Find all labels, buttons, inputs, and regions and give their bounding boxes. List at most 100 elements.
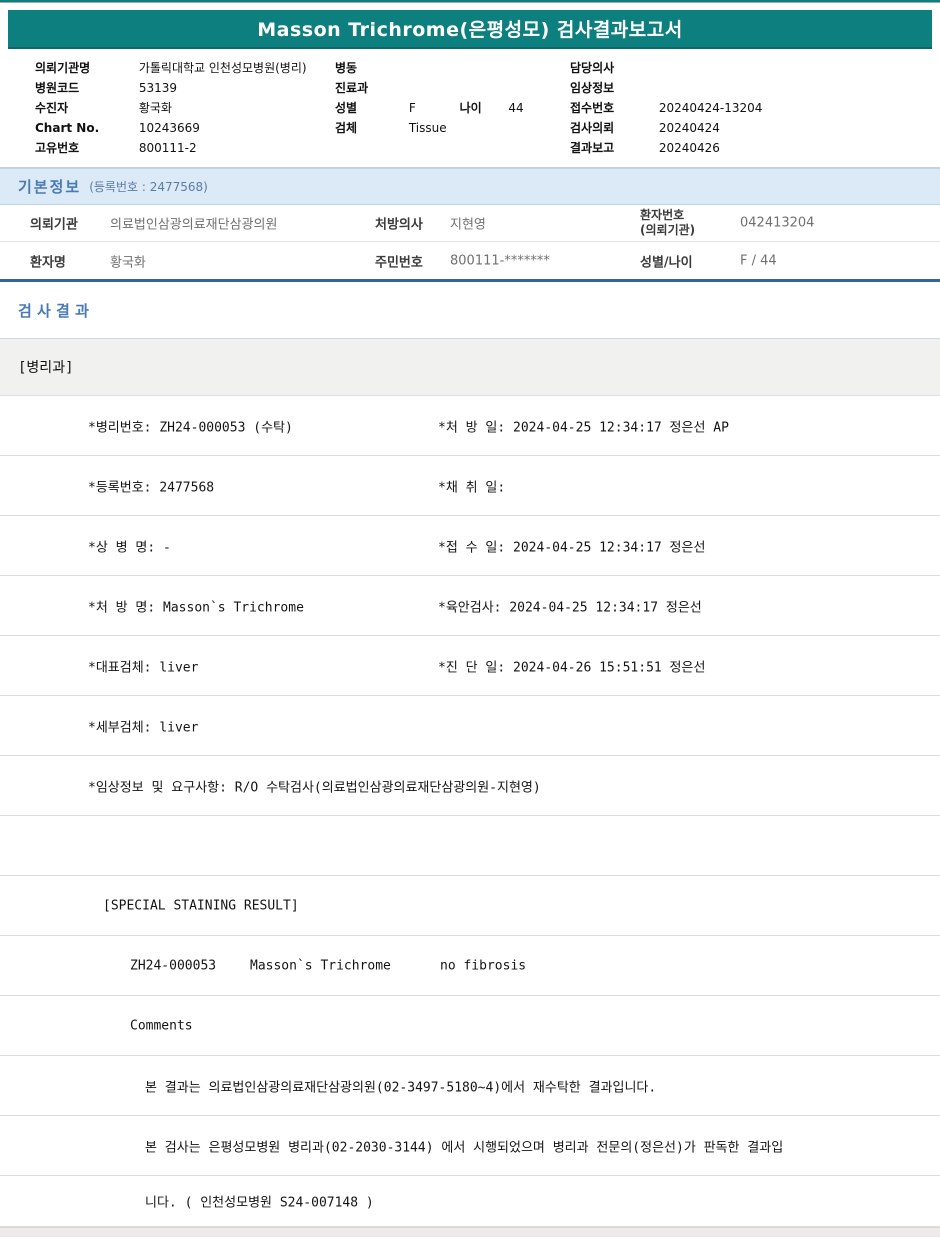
comments-label-row: Comments [0, 996, 940, 1056]
basic-info-section-bar: 기본정보 (등록번호 : 2477568) [0, 168, 940, 205]
field-label: 결과보고 [570, 141, 615, 155]
field-row: 검사의뢰 20240424 [570, 118, 930, 138]
report-title: Masson Trichrome(은평성모) 검사결과보고서 [257, 19, 683, 41]
empty-row [0, 816, 940, 876]
department-band: [병리과] [0, 339, 940, 396]
detail-right: *처 방 일: 2024-04-25 12:34:17 정은선 AP [438, 420, 729, 435]
field-row: 임상정보 [570, 78, 930, 98]
field-row: 결과보고 20240426 [570, 138, 930, 158]
comment-line: 본 결과는 의료법인삼광의료재단삼광의원(02-3497-5180~4)에서 재… [145, 1080, 657, 1095]
cell-label: 환자명 [30, 255, 66, 270]
cell-label: 환자번호 (의뢰기관) [640, 208, 696, 237]
detail-left: *대표검체: liver [88, 660, 199, 675]
result-detail-row: *등록번호: 2477568 *채 취 일: [0, 456, 940, 516]
staining-id: ZH24-000053 [130, 958, 217, 973]
table-row: 의뢰기관 의료법인삼광의료재단삼광의원 처방의사 지현영 환자번호 (의뢰기관)… [0, 205, 940, 242]
cell-value: 042413204 [740, 215, 815, 231]
field-value: 황국화 [138, 101, 172, 115]
result-detail-row: *세부검체: liver [0, 696, 940, 756]
staining-header-row: [SPECIAL STAINING RESULT] [0, 876, 940, 936]
detail-left: *등록번호: 2477568 [88, 480, 215, 495]
sex-value: F [408, 101, 416, 115]
cell-value: F / 44 [740, 253, 777, 268]
detail-right: *접 수 일: 2024-04-25 12:34:17 정은선 [438, 540, 706, 555]
basic-info-title: 기본정보 [18, 178, 82, 196]
staining-result-row: ZH24-000053 Masson`s Trichrome no fibros… [0, 936, 940, 996]
field-row: Chart No. 10243669 [35, 118, 335, 138]
comment-row: 본 결과는 의료법인삼광의료재단삼광의원(02-3497-5180~4)에서 재… [0, 1056, 940, 1116]
detail-right: *채 취 일: [438, 480, 506, 495]
cell-value: 지현영 [450, 217, 486, 233]
field-row: 수진자 황국화 [35, 98, 335, 118]
cell-label: 성별/나이 [640, 255, 693, 270]
detail-left: *병리번호: ZH24-000053 (수탁) [88, 420, 293, 435]
field-row: 성별 F 나이 44 [335, 98, 570, 118]
comment-row: 본 검사는 은평성모병원 병리과(02-2030-3144) 에서 시행되었으며… [0, 1116, 940, 1176]
clinical-info-row: *임상정보 및 요구사항: R/O 수탁검사(의료법인삼광의료재단삼광의원-지현… [0, 756, 940, 816]
age-value: 44 [508, 101, 524, 115]
department-label: [병리과] [18, 360, 74, 376]
field-row: 검체 Tissue [335, 118, 570, 138]
patient-header-right: 담당의사 임상정보 접수번호 20240424-13204 검사의뢰 20240… [570, 58, 930, 158]
detail-left: *상 병 명: - [88, 540, 171, 555]
result-detail-row: *상 병 명: - *접 수 일: 2024-04-25 12:34:17 정은… [0, 516, 940, 576]
field-value: 10243669 [138, 121, 200, 135]
field-label: 접수번호 [570, 101, 615, 115]
results-section-title: 검 사 결 과 [18, 301, 89, 320]
field-label: 병동 [335, 61, 358, 75]
result-detail-row: *처 방 명: Masson`s Trichrome *육안검사: 2024-0… [0, 576, 940, 636]
field-label: 임상정보 [570, 81, 615, 95]
field-value: 53139 [138, 81, 178, 95]
field-label: 고유번호 [35, 141, 80, 155]
field-row: 병원코드 53139 [35, 78, 335, 98]
cell-label: 주민번호 [375, 255, 423, 270]
table-row: 환자명 황국화 주민번호 800111-******* 성별/나이 F / 44 [0, 242, 940, 279]
comment-row: 니다. ( 인천성모병원 S24-007148 ) [0, 1176, 940, 1227]
staining-result: no fibrosis [440, 958, 527, 973]
field-label: 수진자 [35, 101, 69, 115]
field-label: 병원코드 [35, 81, 80, 95]
field-value: 가톨릭대학교 인천성모병원(병리) [138, 61, 307, 75]
field-value: 800111-2 [138, 141, 197, 155]
result-detail-row: *대표검체: liver *진 단 일: 2024-04-26 15:51:51… [0, 636, 940, 696]
report-title-bar: Masson Trichrome(은평성모) 검사결과보고서 [8, 10, 932, 49]
field-label: 검체 [335, 121, 358, 135]
age-label: 나이 [459, 101, 482, 115]
results-section-header: 검 사 결 과 [0, 282, 940, 339]
patient-header-left: 의뢰기관명 가톨릭대학교 인천성모병원(병리) 병원코드 53139 수진자 황… [35, 58, 335, 158]
cell-value: 800111-******* [450, 253, 550, 268]
result-detail-row: *병리번호: ZH24-000053 (수탁) *처 방 일: 2024-04-… [0, 396, 940, 456]
registration-number: (등록번호 : 2477568) [89, 180, 208, 194]
detail-right: *육안검사: 2024-04-25 12:34:17 정은선 [438, 600, 702, 615]
cell-label: 의뢰기관 [30, 217, 78, 233]
field-label: 담당의사 [570, 61, 615, 75]
comment-line: 니다. ( 인천성모병원 S24-007148 ) [145, 1195, 374, 1211]
detail-left: *처 방 명: Masson`s Trichrome [88, 600, 304, 615]
field-value: 20240424 [658, 121, 720, 135]
detail-left: *세부검체: liver [88, 720, 199, 735]
field-row: 담당의사 [570, 58, 930, 78]
field-label: 검사의뢰 [570, 121, 615, 135]
top-gap [0, 3, 940, 10]
patient-header-middle: 병동 진료과 성별 F 나이 44 검체 Tissue [335, 58, 570, 138]
field-value: 20240426 [658, 141, 720, 155]
field-row: 진료과 [335, 78, 570, 98]
cell-label: 처방의사 [375, 217, 423, 233]
field-value: 20240424-13204 [658, 101, 763, 115]
staining-name: Masson`s Trichrome [250, 958, 391, 973]
field-row: 접수번호 20240424-13204 [570, 98, 930, 118]
comments-label: Comments [130, 1018, 193, 1033]
field-label: 성별 [335, 101, 358, 115]
field-label: Chart No. [35, 121, 100, 135]
detail-right: *진 단 일: 2024-04-26 15:51:51 정은선 [438, 660, 706, 675]
comment-line: 본 검사는 은평성모병원 병리과(02-2030-3144) 에서 시행되었으며… [145, 1140, 784, 1155]
patient-header: 의뢰기관명 가톨릭대학교 인천성모병원(병리) 병원코드 53139 수진자 황… [0, 49, 940, 168]
bottom-band [0, 1227, 940, 1237]
basic-info-table: 의뢰기관 의료법인삼광의료재단삼광의원 처방의사 지현영 환자번호 (의뢰기관)… [0, 205, 940, 282]
field-label: 진료과 [335, 81, 369, 95]
field-row: 병동 [335, 58, 570, 78]
field-value: Tissue [408, 121, 447, 135]
field-label: 의뢰기관명 [35, 61, 91, 75]
cell-value: 황국화 [110, 255, 146, 270]
cell-value: 의료법인삼광의료재단삼광의원 [110, 217, 278, 233]
